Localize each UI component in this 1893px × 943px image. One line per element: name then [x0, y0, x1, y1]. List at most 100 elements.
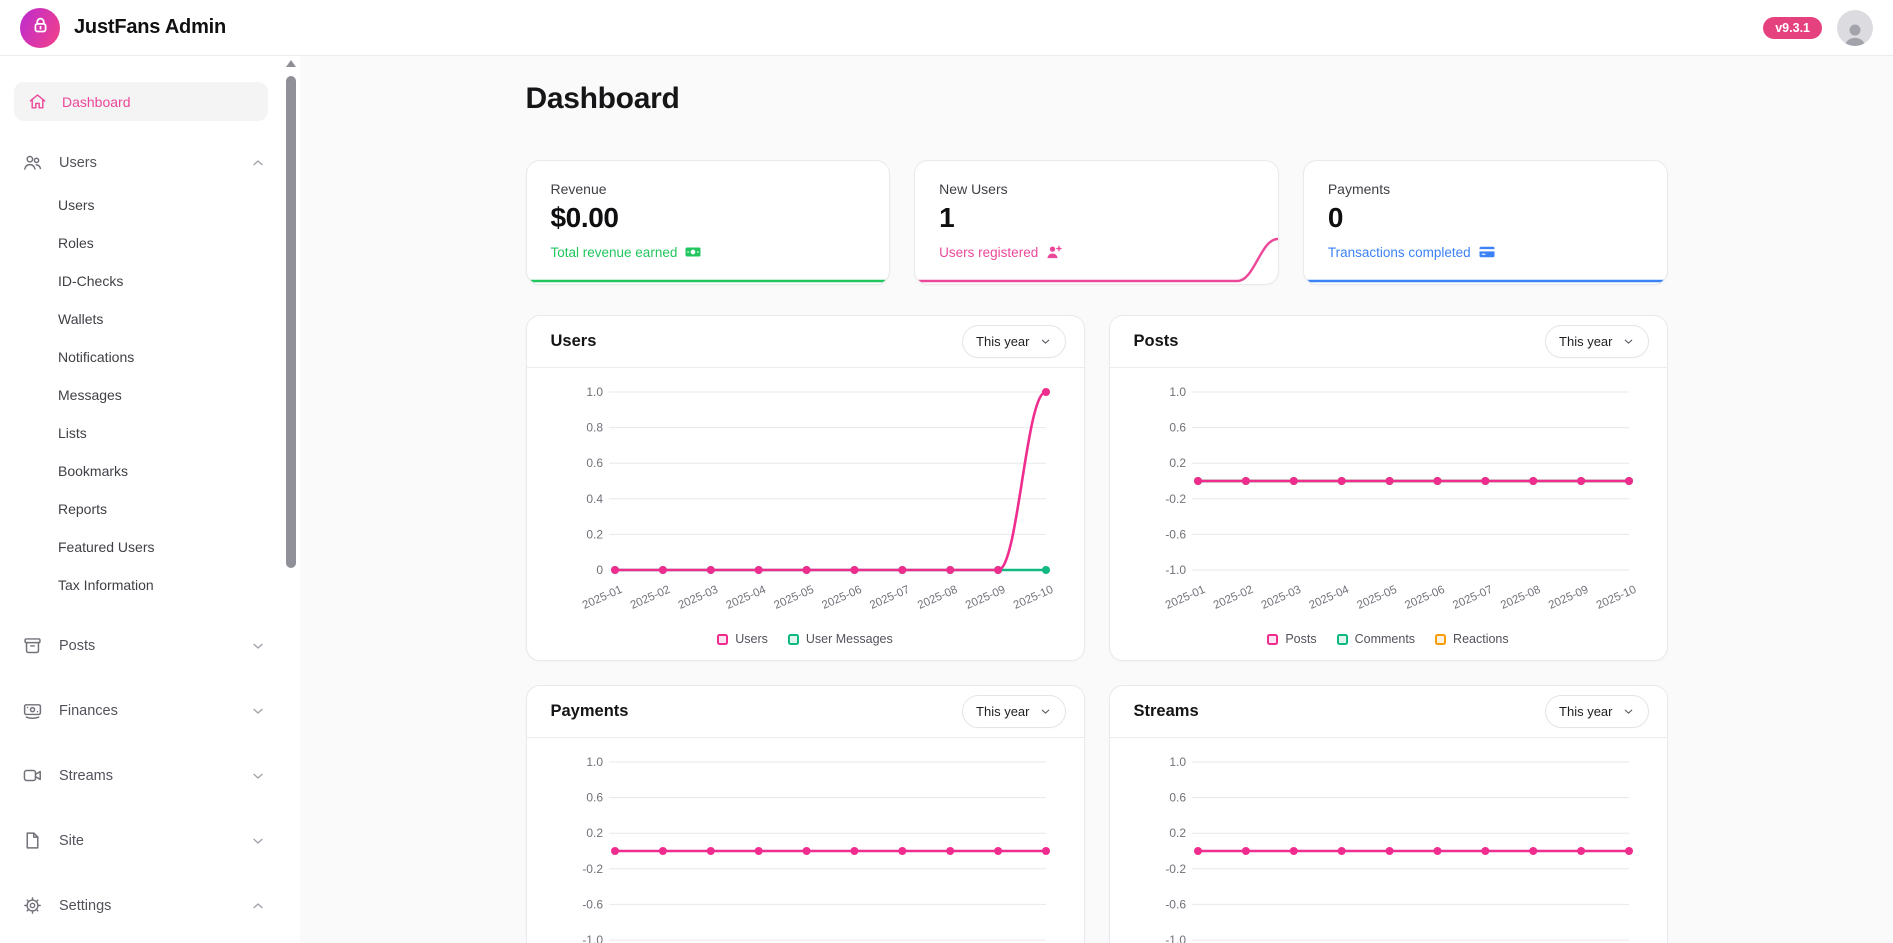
- chevron-down-icon: [1039, 705, 1052, 718]
- chart-body: 1.00.60.2-0.2-0.6-1.02025-012025-022025-…: [1110, 368, 1667, 632]
- sidebar-item-dashboard[interactable]: Dashboard: [14, 82, 268, 121]
- chart-period-select-users[interactable]: This year: [962, 325, 1065, 358]
- svg-text:2025-01: 2025-01: [1163, 584, 1206, 612]
- sidebar-item-posts[interactable]: Posts: [0, 622, 300, 669]
- svg-text:2025-10: 2025-10: [1011, 584, 1054, 612]
- scrollbar-thumb[interactable]: [286, 76, 296, 568]
- banknote-icon: [22, 700, 43, 721]
- svg-text:-0.6: -0.6: [1165, 527, 1186, 541]
- svg-text:-0.2: -0.2: [1165, 862, 1186, 876]
- sidebar-item-notifications[interactable]: Notifications: [0, 338, 300, 376]
- chevron-down-icon: [1622, 335, 1635, 348]
- sidebar-item-finances[interactable]: Finances: [0, 687, 300, 734]
- streams-chart: 1.00.60.2-0.2-0.6-1.02025-012025-022025-…: [1134, 744, 1645, 943]
- chart-card-header: Posts This year: [1110, 316, 1667, 368]
- stat-card-label: New Users: [939, 181, 1254, 197]
- legend-item-posts: Posts: [1267, 632, 1316, 646]
- sidebar-item-settings[interactable]: Settings: [0, 882, 300, 929]
- stat-card-value: 0: [1328, 202, 1643, 234]
- svg-text:-0.6: -0.6: [1165, 897, 1186, 911]
- stat-card-footer: Users registered: [939, 243, 1254, 261]
- chevron-down-icon: [250, 703, 266, 719]
- sidebar-item-general[interactable]: General: [0, 929, 300, 943]
- sidebar-item-users[interactable]: Users: [0, 139, 300, 186]
- sidebar-item-id-checks[interactable]: ID-Checks: [0, 262, 300, 300]
- svg-text:0.2: 0.2: [586, 826, 603, 840]
- legend-swatch: [717, 634, 728, 645]
- chart-period-select-streams[interactable]: This year: [1545, 695, 1648, 728]
- svg-text:2025-04: 2025-04: [724, 584, 768, 612]
- sidebar-item-lists[interactable]: Lists: [0, 414, 300, 452]
- svg-text:1.0: 1.0: [586, 385, 603, 399]
- gear-icon: [22, 895, 43, 916]
- sidebar-item-reports[interactable]: Reports: [0, 490, 300, 528]
- svg-text:2025-03: 2025-03: [676, 584, 719, 612]
- posts-chart-card: Posts This year 1.00.60.2-0.2-0.6-1.02025-…: [1109, 315, 1668, 661]
- chart-legend: PostsCommentsReactions: [1110, 632, 1667, 660]
- sidebar-item-bookmarks[interactable]: Bookmarks: [0, 452, 300, 490]
- sidebar: DashboardUsersUsersRolesID-ChecksWallets…: [0, 56, 300, 943]
- stat-card-footer-text: Users registered: [939, 245, 1038, 260]
- chevron-down-icon: [1622, 705, 1635, 718]
- sidebar-item-site[interactable]: Site: [0, 817, 300, 864]
- brand: JustFans Admin: [20, 8, 226, 48]
- sidebar-item-roles[interactable]: Roles: [0, 224, 300, 262]
- sidebar-item-messages[interactable]: Messages: [0, 376, 300, 414]
- chart-legend: UsersUser Messages: [527, 632, 1084, 660]
- chart-card-header: UsersThis year: [527, 316, 1084, 368]
- chart-title: Streams: [1134, 702, 1199, 721]
- chart-body: 1.00.60.2-0.2-0.6-1.02025-012025-022025-…: [1110, 738, 1667, 943]
- scrollbar-up-arrow[interactable]: [286, 60, 296, 67]
- svg-text:0.2: 0.2: [1169, 826, 1186, 840]
- video-camera-icon: [22, 765, 43, 786]
- chevron-down-icon: [250, 768, 266, 784]
- chevron-down-icon: [1039, 335, 1052, 348]
- payments-chart-card: PaymentsThis year1.00.60.2-0.2-0.6-1.020…: [526, 685, 1085, 943]
- svg-text:-0.2: -0.2: [582, 862, 603, 876]
- page-title: Dashboard: [526, 82, 1668, 116]
- sidebar-item-label: Posts: [59, 638, 95, 654]
- sidebar-item-streams[interactable]: Streams: [0, 752, 300, 799]
- users-chart: 1.00.80.60.40.202025-012025-022025-03202…: [551, 374, 1062, 632]
- svg-text:2025-09: 2025-09: [963, 584, 1006, 612]
- chart-period-select-posts[interactable]: This year: [1545, 325, 1648, 358]
- svg-text:0.6: 0.6: [1169, 791, 1186, 805]
- legend-swatch: [788, 634, 799, 645]
- svg-text:2025-08: 2025-08: [1498, 584, 1541, 612]
- svg-text:0.6: 0.6: [1169, 421, 1186, 435]
- svg-text:0.4: 0.4: [586, 492, 603, 506]
- sidebar-item-wallets[interactable]: Wallets: [0, 300, 300, 338]
- svg-text:0.2: 0.2: [586, 527, 603, 541]
- chart-period-label: This year: [976, 334, 1029, 349]
- legend-label: Users: [735, 632, 768, 646]
- svg-text:1.0: 1.0: [586, 755, 603, 769]
- chart-period-select-payments[interactable]: This year: [962, 695, 1065, 728]
- sidebar-item-label: Users: [59, 155, 97, 171]
- home-icon: [28, 92, 47, 111]
- svg-text:2025-05: 2025-05: [1355, 584, 1398, 612]
- svg-text:2025-01: 2025-01: [580, 584, 623, 612]
- user-avatar[interactable]: [1837, 10, 1873, 46]
- chart-period-label: This year: [1559, 704, 1612, 719]
- legend-label: Comments: [1355, 632, 1415, 646]
- sidebar-scrollbar[interactable]: [286, 60, 296, 940]
- streams-chart-card: StreamsThis year1.00.60.2-0.2-0.6-1.0202…: [1109, 685, 1668, 943]
- svg-text:2025-04: 2025-04: [1307, 584, 1351, 612]
- sidebar-item-tax-information[interactable]: Tax Information: [0, 566, 300, 604]
- chart-body: 1.00.60.2-0.2-0.6-1.02025-012025-022025-…: [527, 738, 1084, 943]
- archive-box-icon: [22, 635, 43, 656]
- chart-title: Posts: [1134, 332, 1179, 351]
- svg-text:2025-07: 2025-07: [868, 584, 911, 612]
- sidebar-item-users[interactable]: Users: [0, 186, 300, 224]
- document-icon: [22, 830, 43, 851]
- stat-card-new-users: New Users 1 Users registered: [914, 160, 1279, 285]
- svg-text:2025-02: 2025-02: [1211, 584, 1254, 612]
- stat-card-value: 1: [939, 202, 1254, 234]
- version-badge: v9.3.1: [1763, 17, 1822, 39]
- svg-text:0.6: 0.6: [586, 791, 603, 805]
- legend-swatch: [1435, 634, 1446, 645]
- sidebar-item-featured-users[interactable]: Featured Users: [0, 528, 300, 566]
- legend-item-comments: Comments: [1337, 632, 1415, 646]
- posts-chart: 1.00.60.2-0.2-0.6-1.02025-012025-022025-…: [1134, 374, 1645, 632]
- sidebar-item-label: Finances: [59, 703, 118, 719]
